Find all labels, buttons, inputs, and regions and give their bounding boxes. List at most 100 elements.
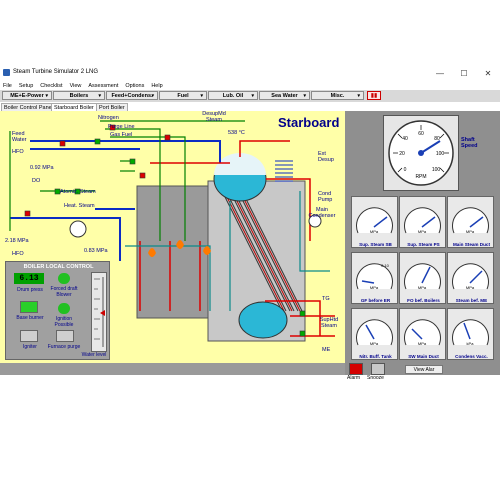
close-icon[interactable]: ✕ <box>476 65 500 81</box>
gauge-sup-steam-sb: MPa Sup. Steam SB <box>351 196 398 248</box>
label-temp: 538 °C <box>228 130 245 136</box>
label-purge-line: Purge Line <box>108 124 135 130</box>
label-do: DO <box>32 178 41 184</box>
shaft-tick-0: 0 <box>404 167 407 173</box>
gauge-gf-before-er: 0.10 MPa GF before ER <box>351 252 398 304</box>
furnace-purge-button[interactable] <box>56 330 74 342</box>
drum-press-display: 6.13 <box>14 273 44 284</box>
sw-main-duct-dial: MPa <box>404 319 441 346</box>
label-atomiz-steam: Atomiz. Steam <box>60 189 96 195</box>
menu-bar: File Setup Checklist View Assessment Opt… <box>0 81 500 90</box>
label-cond-pump: Cond Pump <box>318 191 333 203</box>
toolbar-me-epower[interactable]: ME+E-Power <box>2 91 52 101</box>
menu-file[interactable]: File <box>3 83 12 89</box>
main-steam-duct-unit: MPa <box>466 229 475 234</box>
label-heat-steam: Heat. Steam <box>64 203 95 209</box>
label-suphtd-steam: SupHtd Steam <box>319 317 339 329</box>
alarm-label: Alarm <box>347 375 361 381</box>
gauge-nitr-buff-tank: MPa Nitr. Buff. Tank <box>351 308 398 360</box>
gf-before-er-caption: GF before ER <box>360 298 391 303</box>
tab-starboard-boiler[interactable]: Starboard Boiler <box>51 103 97 111</box>
gf-before-er-unit: MPa <box>370 285 379 290</box>
label-pressure-1: 0.92 MPa <box>30 165 54 171</box>
igniter-button[interactable] <box>20 330 38 342</box>
boiler-diagram: Starboard Nitrogen Purge Line Gas Fuel D… <box>0 111 345 363</box>
toolbar-lub-oil[interactable]: Lub. Oil <box>208 91 258 101</box>
sup-steam-sb-unit: MPa <box>370 229 379 234</box>
shaft-speed-gauge: 0 20 40 60 80 100 100 RPM <box>383 115 459 191</box>
ignition-possible-indicator <box>58 303 70 314</box>
label-tg: TG <box>322 296 330 302</box>
label-hfo-bottom: HFO <box>12 251 24 257</box>
nitr-buff-tank-dial: MPa <box>356 319 393 346</box>
water-level-gauge <box>91 272 107 352</box>
shaft-speed-dial: 0 20 40 60 80 100 100 RPM <box>388 120 454 186</box>
label-desupmd-steam: DesupMd Steam <box>202 111 226 123</box>
base-burner-button[interactable] <box>20 301 38 313</box>
gauge-main-steam-duct: MPa Main Steam Duct <box>447 196 494 248</box>
forced-draft-indicator <box>58 273 70 284</box>
label-nitrogen: Nitrogen <box>98 115 119 121</box>
tab-boiler-control-panel[interactable]: Boiler Control Panel <box>1 103 56 111</box>
app-icon <box>3 69 10 76</box>
steam-bef-me-dial: MPa <box>452 263 489 290</box>
condens-vacc-caption: Condens Vacc. <box>455 354 488 359</box>
shaft-unit: RPM <box>415 174 426 180</box>
menu-help[interactable]: Help <box>151 83 162 89</box>
gf-before-er-dial: 0.10 MPa <box>356 263 393 290</box>
label-me: ME <box>322 347 331 353</box>
view-alarms-button[interactable]: View Alar <box>405 365 443 374</box>
main-content: Starboard Nitrogen Purge Line Gas Fuel D… <box>0 111 500 381</box>
menu-checklist[interactable]: Checklist <box>40 83 62 89</box>
gf-before-er-max: 0.10 <box>381 263 390 268</box>
toolbar-boilers[interactable]: Boilers <box>53 91 105 101</box>
label-pressure-2: 2.18 MPa <box>5 238 29 244</box>
shaft-tick-20: 20 <box>399 151 405 157</box>
minimize-icon[interactable]: — <box>428 65 452 81</box>
shaft-tick-40: 40 <box>402 136 408 142</box>
label-pressure-3: 0.83 MPa <box>84 248 108 254</box>
fo-bef-boilers-caption: FO bef. Boilers <box>407 298 440 303</box>
pause-button[interactable]: ▮▮ <box>367 91 381 100</box>
sw-main-duct-unit: MPa <box>418 341 427 346</box>
ignition-possible-label: Ignition Possible <box>54 316 74 328</box>
diagram-bottom-bar <box>0 363 345 375</box>
toolbar-sea-water[interactable]: Sea Water <box>259 91 310 101</box>
diagram-heading: Starboard <box>278 115 340 130</box>
menu-assessment[interactable]: Assessment <box>88 83 118 89</box>
steam-bef-me-unit: MPa <box>466 285 475 290</box>
sup-steam-ps-caption: Sup. Steam PS <box>407 242 440 247</box>
condens-vacc-dial: kPa <box>452 319 489 346</box>
alarm-button[interactable] <box>349 363 363 375</box>
menu-view[interactable]: View <box>70 83 82 89</box>
snooze-button[interactable] <box>371 363 385 375</box>
shaft-tick-100a: 100 <box>436 151 445 157</box>
furnace-purge-label: Furnace purge <box>47 344 81 350</box>
tab-port-boiler[interactable]: Port Boiler <box>96 103 128 111</box>
water-level-label: Water level <box>81 352 107 358</box>
gauge-fo-bef-boilers: MPa FO bef. Boilers <box>399 252 446 304</box>
maximize-icon[interactable]: ☐ <box>452 65 476 81</box>
label-feed-water: Feed Water <box>12 131 27 143</box>
menu-setup[interactable]: Setup <box>19 83 33 89</box>
gauge-steam-bef-me: MPa Steam bef. ME <box>447 252 494 304</box>
toolbar-feed-condens[interactable]: Feed+Condens. <box>106 91 158 101</box>
toolbar-misc[interactable]: Misc. <box>311 91 364 101</box>
sup-steam-ps-dial: MPa <box>404 207 441 234</box>
nitr-buff-tank-caption: Nitr. Buff. Tank <box>359 354 392 359</box>
menu-options[interactable]: Options <box>125 83 144 89</box>
label-gas-fuel: Gas Fuel <box>110 132 133 138</box>
window-controls: — ☐ ✕ <box>428 65 500 81</box>
shaft-tick-80: 80 <box>434 136 440 142</box>
gauge-sw-main-duct: MPa SW Main Duct <box>399 308 446 360</box>
shaft-tick-60: 60 <box>418 131 424 137</box>
shaft-speed-caption: Shaft Speed <box>461 137 478 149</box>
gauge-sup-steam-ps: MPa Sup. Steam PS <box>399 196 446 248</box>
label-hfo-top: HFO <box>12 149 24 155</box>
system-toolbar: ME+E-Power Boilers Feed+Condens. Fuel Lu… <box>0 90 500 102</box>
label-main-condenser: Main Condenser <box>308 207 336 219</box>
title-bar: Steam Turbine Simulator 2 LNG — ☐ ✕ <box>0 65 500 81</box>
snooze-label: Snooze <box>367 375 384 381</box>
main-steam-duct-caption: Main Steam Duct <box>452 242 490 247</box>
toolbar-fuel[interactable]: Fuel <box>159 91 207 101</box>
